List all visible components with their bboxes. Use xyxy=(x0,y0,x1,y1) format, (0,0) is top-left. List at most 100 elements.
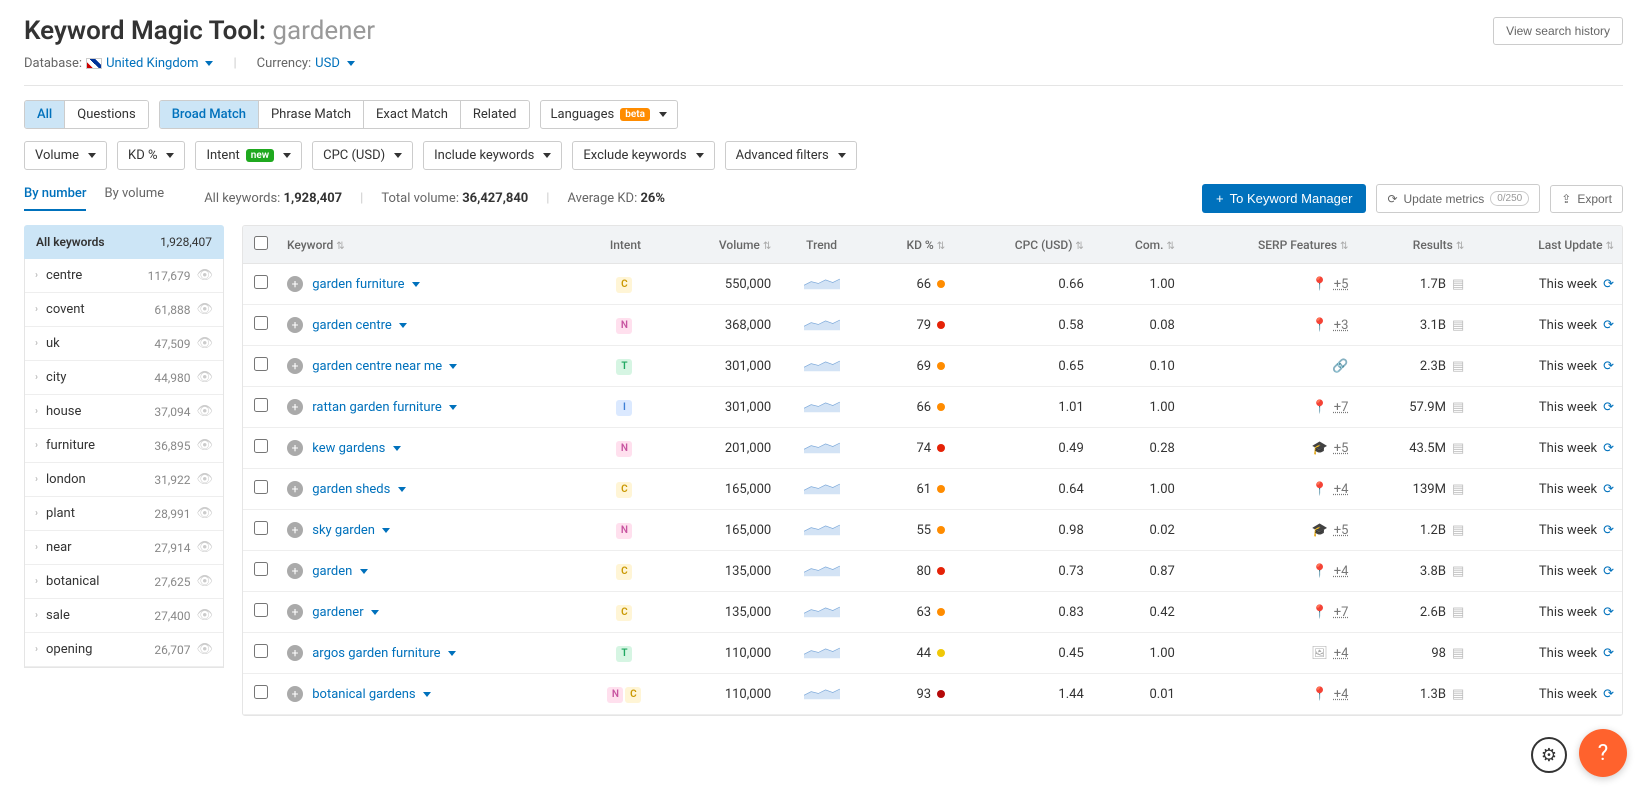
keyword-link[interactable]: garden sheds xyxy=(312,482,390,497)
col-kd[interactable]: KD %⇅ xyxy=(864,226,953,264)
eye-icon[interactable]: 👁 xyxy=(196,302,213,317)
document-icon[interactable]: ▤ xyxy=(1452,277,1464,292)
refresh-row-icon[interactable]: ⟳ xyxy=(1603,441,1614,456)
document-icon[interactable]: ▤ xyxy=(1452,564,1464,579)
keyword-dropdown-icon[interactable] xyxy=(399,323,407,328)
eye-icon[interactable]: 👁 xyxy=(196,608,213,623)
filter-intent[interactable]: Intentnew xyxy=(195,141,302,170)
row-checkbox[interactable] xyxy=(254,644,268,658)
document-icon[interactable]: ▤ xyxy=(1452,482,1464,497)
eye-icon[interactable]: 👁 xyxy=(196,642,213,657)
refresh-row-icon[interactable]: ⟳ xyxy=(1603,318,1614,333)
keyword-dropdown-icon[interactable] xyxy=(449,405,457,410)
keyword-link[interactable]: botanical gardens xyxy=(312,687,415,702)
export-button[interactable]: ⇪ Export xyxy=(1550,185,1623,213)
serp-count[interactable]: +4 xyxy=(1334,687,1349,702)
serp-count[interactable]: +4 xyxy=(1334,564,1349,579)
view-history-button[interactable]: View search history xyxy=(1493,17,1623,45)
keyword-dropdown-icon[interactable] xyxy=(398,487,406,492)
sidebar-item-near[interactable]: › near 27,914 👁 xyxy=(25,531,223,565)
serp-count[interactable]: +7 xyxy=(1334,400,1349,415)
add-keyword-button[interactable]: + xyxy=(287,686,303,702)
currency-selector[interactable]: Currency: USD xyxy=(257,56,355,71)
document-icon[interactable]: ▤ xyxy=(1452,605,1464,620)
sidebar-item-furniture[interactable]: › furniture 36,895 👁 xyxy=(25,429,223,463)
eye-icon[interactable]: 👁 xyxy=(196,472,213,487)
row-checkbox[interactable] xyxy=(254,603,268,617)
add-keyword-button[interactable]: + xyxy=(287,358,303,374)
sidebar-item-uk[interactable]: › uk 47,509 👁 xyxy=(25,327,223,361)
serp-count[interactable]: +7 xyxy=(1334,605,1349,620)
keyword-link[interactable]: garden furniture xyxy=(312,277,404,292)
add-keyword-button[interactable]: + xyxy=(287,522,303,538)
keyword-link[interactable]: garden centre xyxy=(312,318,392,333)
add-keyword-button[interactable]: + xyxy=(287,563,303,579)
sidebar-item-house[interactable]: › house 37,094 👁 xyxy=(25,395,223,429)
sidebar-item-london[interactable]: › london 31,922 👁 xyxy=(25,463,223,497)
add-keyword-button[interactable]: + xyxy=(287,604,303,620)
row-checkbox[interactable] xyxy=(254,480,268,494)
row-checkbox[interactable] xyxy=(254,521,268,535)
serp-count[interactable]: +4 xyxy=(1334,482,1349,497)
add-keyword-button[interactable]: + xyxy=(287,276,303,292)
sidebar-item-sale[interactable]: › sale 27,400 👁 xyxy=(25,599,223,633)
to-keyword-manager-button[interactable]: + To Keyword Manager xyxy=(1202,184,1366,213)
view-by-number[interactable]: By number xyxy=(24,186,86,211)
col-updated[interactable]: Last Update⇅ xyxy=(1472,226,1622,264)
refresh-row-icon[interactable]: ⟳ xyxy=(1603,605,1614,620)
keyword-link[interactable]: rattan garden furniture xyxy=(312,400,442,415)
sidebar-item-opening[interactable]: › opening 26,707 👁 xyxy=(25,633,223,667)
add-keyword-button[interactable]: + xyxy=(287,399,303,415)
keyword-dropdown-icon[interactable] xyxy=(393,446,401,451)
col-cpc[interactable]: CPC (USD)⇅ xyxy=(953,226,1092,264)
col-keyword[interactable]: Keyword⇅ xyxy=(279,226,583,264)
keyword-dropdown-icon[interactable] xyxy=(448,651,456,656)
serp-count[interactable]: +5 xyxy=(1334,277,1349,292)
eye-icon[interactable]: 👁 xyxy=(196,268,213,283)
filter-kd[interactable]: KD % xyxy=(117,141,185,170)
eye-icon[interactable]: 👁 xyxy=(196,438,213,453)
tab-all[interactable]: All xyxy=(25,101,65,128)
refresh-row-icon[interactable]: ⟳ xyxy=(1603,359,1614,374)
document-icon[interactable]: ▤ xyxy=(1452,441,1464,456)
help-button[interactable]: ? xyxy=(1579,729,1627,777)
keyword-link[interactable]: garden xyxy=(312,564,352,579)
col-trend[interactable]: Trend xyxy=(779,226,864,264)
row-checkbox[interactable] xyxy=(254,398,268,412)
row-checkbox[interactable] xyxy=(254,316,268,330)
keyword-link[interactable]: garden centre near me xyxy=(312,359,442,374)
document-icon[interactable]: ▤ xyxy=(1452,523,1464,538)
col-com[interactable]: Com.⇅ xyxy=(1092,226,1183,264)
row-checkbox[interactable] xyxy=(254,562,268,576)
col-volume[interactable]: Volume⇅ xyxy=(668,226,779,264)
serp-count[interactable]: +5 xyxy=(1334,523,1349,538)
eye-icon[interactable]: 👁 xyxy=(196,540,213,555)
eye-icon[interactable]: 👁 xyxy=(196,506,213,521)
row-checkbox[interactable] xyxy=(254,439,268,453)
refresh-row-icon[interactable]: ⟳ xyxy=(1603,277,1614,292)
add-keyword-button[interactable]: + xyxy=(287,440,303,456)
eye-icon[interactable]: 👁 xyxy=(196,574,213,589)
select-all-checkbox[interactable] xyxy=(254,236,268,250)
col-results[interactable]: Results⇅ xyxy=(1356,226,1472,264)
tab-exact-match[interactable]: Exact Match xyxy=(364,101,461,128)
filter-include[interactable]: Include keywords xyxy=(423,141,562,170)
add-keyword-button[interactable]: + xyxy=(287,645,303,661)
languages-button[interactable]: Languages beta xyxy=(540,100,678,129)
keyword-link[interactable]: kew gardens xyxy=(312,441,385,456)
update-metrics-button[interactable]: ⟳ Update metrics 0/250 xyxy=(1376,184,1540,213)
filter-volume[interactable]: Volume xyxy=(24,141,107,170)
keyword-link[interactable]: argos garden furniture xyxy=(312,646,440,661)
document-icon[interactable]: ▤ xyxy=(1452,646,1464,661)
eye-icon[interactable]: 👁 xyxy=(196,336,213,351)
sidebar-item-plant[interactable]: › plant 28,991 👁 xyxy=(25,497,223,531)
refresh-row-icon[interactable]: ⟳ xyxy=(1603,482,1614,497)
refresh-row-icon[interactable]: ⟳ xyxy=(1603,646,1614,661)
keyword-dropdown-icon[interactable] xyxy=(449,364,457,369)
sidebar-all-keywords[interactable]: All keywords 1,928,407 xyxy=(24,225,224,259)
database-selector[interactable]: Database: United Kingdom xyxy=(24,56,213,71)
serp-count[interactable]: +5 xyxy=(1334,441,1349,456)
settings-gear-button[interactable]: ⚙ xyxy=(1531,737,1567,773)
keyword-link[interactable]: sky garden xyxy=(312,523,375,538)
filter-exclude[interactable]: Exclude keywords xyxy=(572,141,714,170)
